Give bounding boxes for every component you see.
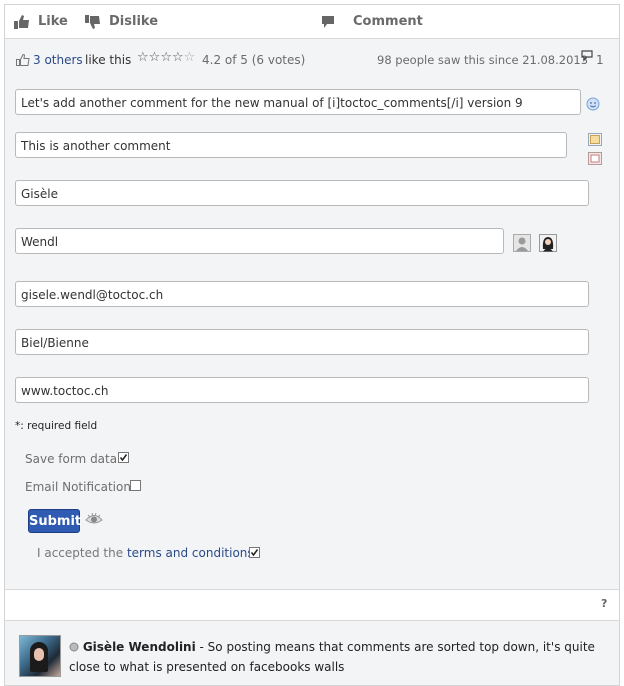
rating-text: 4.2 of 5 (6 votes) [202,53,306,67]
comment-button[interactable]: Comment [321,14,423,29]
stats-row: 3 others like this ☆ ☆ ☆ ☆ ☆ 4.2 of 5 (6 vot… [5,39,619,79]
dislike-label: Dislike [109,14,159,29]
comment-author-name[interactable]: Gisèle Wendolini [83,640,196,654]
dislike-button[interactable]: Dislike [85,14,158,29]
smiley-icon[interactable] [586,97,600,111]
like-button[interactable]: Like [14,14,68,29]
thumbs-up-icon [14,14,29,29]
male-avatar-icon[interactable] [513,234,531,252]
email-field[interactable]: gisele.wendl@toctoc.ch [15,281,589,307]
image-icon[interactable] [588,133,602,146]
star-icon[interactable]: ☆ [149,51,161,64]
thumbs-down-icon [85,14,100,29]
save-form-data-checkbox[interactable] [118,452,129,463]
comment-textarea-1[interactable]: Let's add another comment for the new ma… [15,89,581,115]
comment-author-avatar[interactable] [19,635,61,677]
terms-link[interactable]: terms and conditions [127,546,254,560]
female-avatar-icon[interactable] [539,234,557,252]
lastname-field[interactable]: Wendl [15,228,504,254]
action-toolbar: Like Dislike Comment [5,5,619,39]
speech-bubble-icon [322,15,334,28]
latest-comment: Gisèle Wendolini - So posting means that… [69,637,609,677]
city-field[interactable]: Biel/Bienne [15,329,589,355]
submit-button[interactable]: Submit [28,509,81,533]
star-icon[interactable]: ☆ [172,51,184,64]
comment-textarea-2[interactable]: This is another comment [15,132,567,158]
email-notification-label: Email Notification [25,480,131,494]
help-link[interactable]: ? [601,597,607,610]
comment-count-icon[interactable] [581,50,593,62]
firstname-field[interactable]: Gisèle [15,180,589,206]
comment-text-2: close to what is presented on facebooks … [69,660,345,674]
required-note: *: required field [15,420,98,432]
star-icon[interactable]: ☆ [160,51,172,64]
status-dot-icon [69,642,79,652]
star-rating[interactable]: ☆ ☆ ☆ ☆ ☆ [137,51,195,64]
email-notification-checkbox[interactable] [130,480,141,491]
views-text: 98 people saw this since 21.08.2013 [377,53,589,67]
comments-panel: Like Dislike Comment 3 others like this … [4,4,620,686]
terms-row: I accepted the terms and conditions [37,546,254,560]
star-icon[interactable]: ☆ [137,51,149,64]
terms-prefix: I accepted the [37,546,124,560]
help-strip: ? [5,589,619,621]
comment-count: 1 [596,53,604,67]
others-like-link[interactable]: 3 others [33,53,83,67]
save-form-data-label: Save form data [25,452,118,466]
comment-text-1: - So posting means that comments are sor… [195,640,595,654]
attachment-icon[interactable] [588,152,602,165]
terms-checkbox[interactable] [249,547,260,558]
website-field[interactable]: www.toctoc.ch [15,377,589,403]
small-thumb-icon [16,54,30,66]
star-icon[interactable]: ☆ [184,51,196,64]
like-label: Like [38,14,68,29]
comment-label: Comment [353,14,423,29]
like-this-text: like this [85,53,132,67]
eye-icon[interactable] [85,512,103,526]
